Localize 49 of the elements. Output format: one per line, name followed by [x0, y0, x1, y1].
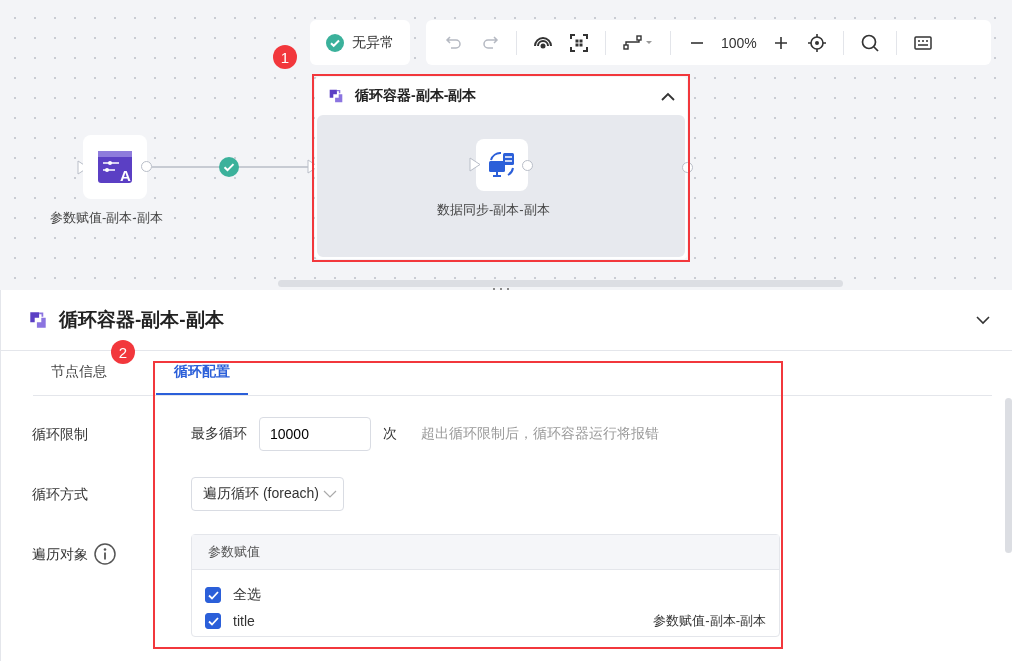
output-port-icon	[522, 160, 533, 171]
info-icon[interactable]	[94, 543, 116, 565]
field-prefix: 最多循环	[191, 425, 247, 443]
check-circle-icon	[219, 157, 239, 177]
checkbox[interactable]	[205, 587, 221, 603]
option-label: title	[233, 613, 255, 629]
field-hint: 超出循环限制后，循环容器运行将报错	[421, 425, 659, 443]
chevron-icon[interactable]	[976, 315, 990, 325]
loop-container-icon	[27, 309, 49, 331]
panel-title: 循环容器-副本-副本	[59, 308, 225, 332]
option-label: 全选	[233, 586, 261, 604]
zoom-level: 100%	[720, 34, 758, 51]
zoom-in-icon[interactable]	[773, 35, 788, 50]
output-port-icon	[682, 162, 693, 173]
node-card[interactable]: A	[83, 135, 147, 199]
container-title: 循环容器-副本-副本	[355, 87, 478, 105]
check-circle-icon	[326, 33, 344, 52]
locate-icon[interactable]	[807, 33, 826, 52]
loop-container-icon	[327, 87, 345, 105]
select-field[interactable]: 遍历循环 (foreach)	[191, 477, 344, 511]
search-icon[interactable]	[860, 33, 879, 52]
field-label: 遍历对象	[32, 545, 88, 564]
node-label: 数据同步-副本-副本	[437, 201, 550, 219]
keyboard-icon[interactable]	[913, 35, 932, 50]
option-source: 参数赋值-副本-副本	[653, 612, 766, 630]
resize-handle-icon[interactable]	[491, 287, 511, 291]
tab[interactable]: 循环配置	[156, 351, 248, 395]
fit-view-icon[interactable]	[570, 33, 588, 52]
data-sync-node-icon	[488, 152, 516, 178]
field-unit: 次	[383, 425, 397, 443]
status-label: 无异常	[352, 33, 394, 52]
connector-style-icon[interactable]	[623, 34, 653, 51]
scrollbar[interactable]	[278, 280, 843, 287]
input-port-icon	[469, 157, 481, 172]
node-label: 参数赋值-副本-副本	[50, 209, 163, 227]
loop-container-node[interactable]: 循环容器-副本-副本 数据同步-副本-副本	[315, 77, 687, 259]
annotation-badge: 1	[273, 45, 297, 69]
annotation-badge: 2	[111, 340, 135, 364]
chevron-icon[interactable]	[661, 91, 675, 101]
scrollbar[interactable]	[1005, 398, 1012, 553]
input-field[interactable]: 10000	[259, 417, 371, 451]
parameter-node-icon: A	[98, 151, 132, 183]
output-port-icon	[141, 161, 152, 172]
field-label: 循环限制	[32, 425, 88, 444]
group-title: 参数赋值	[208, 543, 260, 561]
chevron-icon	[322, 490, 337, 498]
node-card[interactable]	[476, 139, 528, 191]
checkbox[interactable]	[205, 613, 221, 629]
field-label: 循环方式	[32, 485, 88, 504]
